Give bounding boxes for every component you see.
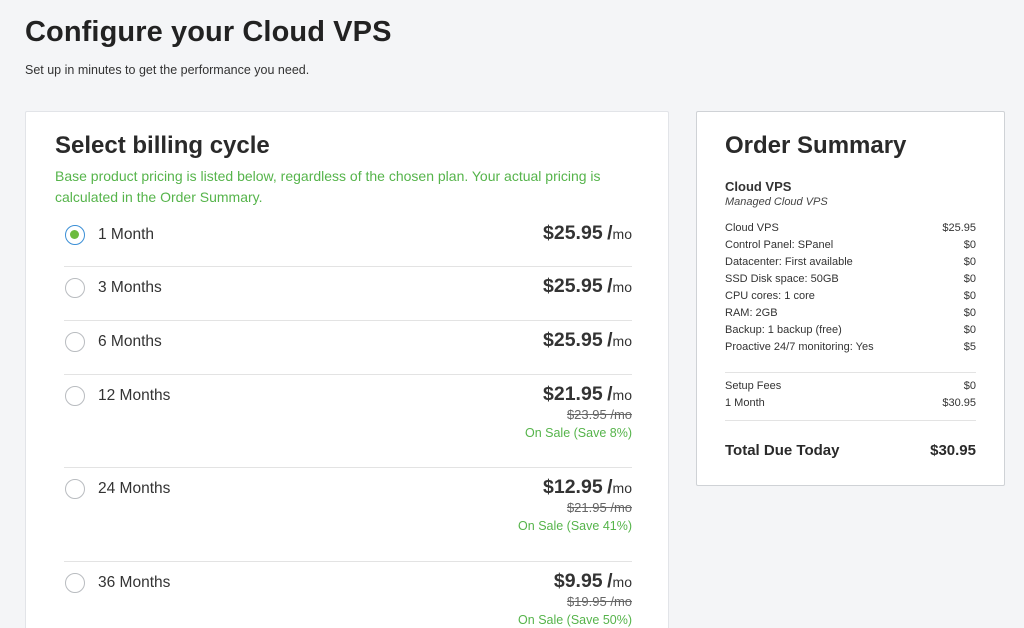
fee-label: 1 Month <box>725 397 765 409</box>
summary-line: CPU cores: 1 core $0 <box>725 288 976 305</box>
page: Configure your Cloud VPS Set up in minut… <box>0 0 1024 628</box>
fee-line: 1 Month $30.95 <box>725 395 976 412</box>
billing-option-36-months[interactable]: 36 Months $9.95 /mo $19.95 /mo On Sale (… <box>64 562 632 628</box>
billing-option-label: 12 Months <box>98 387 171 404</box>
fee-line: Setup Fees $0 <box>725 378 976 395</box>
original-price: $21.95 /mo <box>566 500 632 515</box>
summary-line-label: Backup: 1 backup (free) <box>725 324 842 336</box>
summary-line-label: RAM: 2GB <box>725 307 778 319</box>
total-due-value: $30.95 <box>930 442 976 459</box>
summary-line: Control Panel: SPanel $0 <box>725 237 976 254</box>
billing-option-label: 36 Months <box>98 574 171 591</box>
summary-line-label: SSD Disk space: 50GB <box>725 273 839 285</box>
radio-1-month[interactable] <box>65 225 85 245</box>
summary-line: Datacenter: First available $0 <box>725 254 976 271</box>
order-summary-card: Order Summary Cloud VPS Managed Cloud VP… <box>696 111 1005 486</box>
summary-line-value: $0 <box>963 324 976 336</box>
page-subtitle: Set up in minutes to get the performance… <box>25 63 310 77</box>
billing-options: 1 Month $25.95 /mo 3 Months $25.95 /mo 6… <box>64 214 632 628</box>
price-block: $12.95 /mo $21.95 /mo On Sale (Save 41%) <box>518 476 632 536</box>
summary-fees: Setup Fees $0 1 Month $30.95 <box>725 378 976 412</box>
summary-line-value: $0 <box>963 239 976 251</box>
original-price: $23.95 /mo <box>566 407 632 422</box>
price-block: $25.95 /mo <box>543 222 632 245</box>
billing-cycle-card: Select billing cycle Base product pricin… <box>25 111 669 628</box>
price-block: $25.95 /mo <box>543 329 632 352</box>
summary-line: Cloud VPS $25.95 <box>725 220 976 237</box>
summary-line: RAM: 2GB $0 <box>725 305 976 322</box>
sale-badge: On Sale (Save 41%) <box>518 519 632 533</box>
summary-line-label: Cloud VPS <box>725 222 779 234</box>
billing-option-6-months[interactable]: 6 Months $25.95 /mo <box>64 321 632 375</box>
billing-option-24-months[interactable]: 24 Months $12.95 /mo $21.95 /mo On Sale … <box>64 468 632 562</box>
billing-option-12-months[interactable]: 12 Months $21.95 /mo $23.95 /mo On Sale … <box>64 375 632 468</box>
per-unit: mo <box>612 226 632 242</box>
billing-option-label: 24 Months <box>98 480 171 497</box>
summary-line-value: $25.95 <box>942 222 976 234</box>
price-block: $9.95 /mo $19.95 /mo On Sale (Save 50%) <box>518 570 632 628</box>
radio-6-months[interactable] <box>65 332 85 352</box>
fee-value: $0 <box>963 380 976 392</box>
total-due-label: Total Due Today <box>725 442 840 459</box>
sale-badge: On Sale (Save 50%) <box>518 613 632 627</box>
order-summary-title: Order Summary <box>725 132 907 159</box>
per-unit: mo <box>612 279 632 295</box>
product-name: Cloud VPS <box>725 179 792 194</box>
summary-divider <box>725 420 976 421</box>
sale-badge: On Sale (Save 8%) <box>525 426 632 440</box>
per-unit: mo <box>612 574 632 590</box>
radio-24-months[interactable] <box>65 479 85 499</box>
fee-label: Setup Fees <box>725 380 782 392</box>
summary-line-label: Datacenter: First available <box>725 256 853 268</box>
fee-value: $30.95 <box>942 397 976 409</box>
summary-line-items: Cloud VPS $25.95 Control Panel: SPanel $0 … <box>725 220 976 356</box>
billing-cycle-title: Select billing cycle <box>55 132 270 159</box>
summary-line-value: $5 <box>963 341 976 353</box>
billing-option-1-month[interactable]: 1 Month $25.95 /mo <box>64 214 632 267</box>
billing-option-label: 3 Months <box>98 279 162 296</box>
per-unit: mo <box>612 333 632 349</box>
radio-36-months[interactable] <box>65 573 85 593</box>
price: $12.95 <box>543 476 603 498</box>
per-unit: mo <box>612 480 632 496</box>
summary-line-value: $0 <box>963 273 976 285</box>
original-price: $19.95 /mo <box>566 594 632 609</box>
summary-line-value: $0 <box>963 307 976 319</box>
price-block: $21.95 /mo $23.95 /mo On Sale (Save 8%) <box>525 383 632 443</box>
page-title: Configure your Cloud VPS <box>25 16 392 48</box>
price: $9.95 <box>553 570 603 592</box>
total-due-row: Total Due Today $30.95 <box>725 442 976 459</box>
summary-line-label: Proactive 24/7 monitoring: Yes <box>725 341 874 353</box>
price-block: $25.95 /mo <box>543 275 632 298</box>
price: $21.95 <box>543 383 603 405</box>
price: $25.95 <box>543 275 603 297</box>
price: $25.95 <box>543 329 603 351</box>
summary-line-value: $0 <box>963 290 976 302</box>
product-type: Managed Cloud VPS <box>725 196 828 208</box>
summary-line: Backup: 1 backup (free) $0 <box>725 322 976 339</box>
billing-cycle-note: Base product pricing is listed below, re… <box>55 168 601 205</box>
radio-3-months[interactable] <box>65 278 85 298</box>
price: $25.95 <box>543 222 603 244</box>
billing-option-label: 1 Month <box>98 226 155 243</box>
summary-divider <box>725 372 976 373</box>
per-unit: mo <box>612 387 632 403</box>
billing-option-label: 6 Months <box>98 333 162 350</box>
billing-option-3-months[interactable]: 3 Months $25.95 /mo <box>64 267 632 321</box>
summary-line-label: Control Panel: SPanel <box>725 239 834 251</box>
summary-line: SSD Disk space: 50GB $0 <box>725 271 976 288</box>
summary-line: Proactive 24/7 monitoring: Yes $5 <box>725 339 976 356</box>
summary-line-label: CPU cores: 1 core <box>725 290 815 302</box>
radio-12-months[interactable] <box>65 386 85 406</box>
summary-line-value: $0 <box>963 256 976 268</box>
